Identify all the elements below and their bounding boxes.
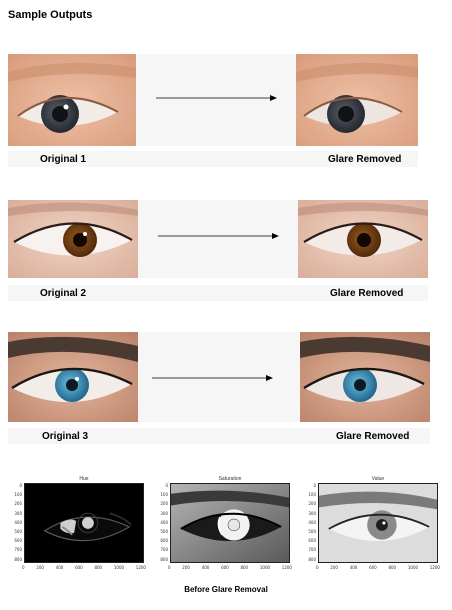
original-2-image — [8, 200, 138, 278]
x-tick: 1200 — [281, 565, 292, 570]
y-tick: 600 — [14, 538, 22, 544]
original-3-image — [8, 332, 138, 422]
y-tick: 400 — [160, 519, 168, 525]
original-1-image — [8, 54, 136, 146]
x-tick: 400 — [201, 565, 210, 570]
y-tick: 600 — [308, 538, 316, 544]
y-ticks-hue: 0 100 200 300 400 500 600 700 800 — [12, 481, 22, 564]
x-ticks-value: 0 200 400 600 800 1000 1200 — [316, 565, 440, 570]
y-tick: 300 — [308, 510, 316, 516]
y-tick: 300 — [14, 510, 22, 516]
x-tick: 0 — [22, 565, 25, 570]
y-tick: 500 — [14, 529, 22, 535]
glare-removed-3-image — [300, 332, 430, 422]
glare-removed-2-label: Glare Removed — [330, 288, 404, 299]
y-tick: 200 — [160, 501, 168, 507]
y-tick: 700 — [160, 547, 168, 553]
hue-plot — [24, 483, 144, 563]
arrow-3 — [152, 374, 274, 382]
x-ticks-hue: 0 200 400 600 800 1000 1200 — [22, 565, 146, 570]
x-tick: 1000 — [407, 565, 419, 570]
x-tick: 1000 — [113, 565, 125, 570]
y-tick: 700 — [308, 547, 316, 553]
y-tick: 300 — [160, 510, 168, 516]
x-tick: 1000 — [259, 565, 271, 570]
x-tick: 0 — [168, 565, 171, 570]
y-tick: 200 — [14, 501, 22, 507]
y-tick: 100 — [14, 492, 22, 498]
glare-removed-1-label: Glare Removed — [328, 154, 402, 165]
x-ticks-saturation: 0 200 400 600 800 1000 1200 — [168, 565, 292, 570]
x-tick: 1200 — [135, 565, 146, 570]
x-tick: 200 — [182, 565, 190, 570]
original-1-label: Original 1 — [40, 154, 87, 165]
y-tick: 600 — [160, 538, 168, 544]
x-tick: 600 — [369, 565, 377, 570]
y-ticks-value: 0 100 200 300 400 500 600 700 800 — [306, 481, 316, 564]
y-tick: 500 — [160, 529, 168, 535]
glare-removed-2-image — [298, 200, 428, 278]
x-tick: 800 — [388, 565, 397, 570]
x-tick: 400 — [349, 565, 358, 570]
figure-caption: Before Glare Removal — [184, 585, 268, 594]
original-2-label: Original 2 — [40, 288, 87, 299]
arrow-1 — [156, 94, 278, 102]
plot-title-value: Value — [371, 476, 385, 482]
y-tick: 100 — [160, 492, 168, 498]
y-tick: 100 — [308, 492, 316, 498]
plot-title-hue: Hue — [79, 476, 89, 482]
y-tick: 700 — [14, 547, 22, 553]
x-tick: 800 — [240, 565, 249, 570]
x-tick: 800 — [94, 565, 103, 570]
x-tick: 600 — [75, 565, 83, 570]
x-tick: 600 — [221, 565, 229, 570]
x-tick: 1200 — [429, 565, 440, 570]
y-tick: 800 — [160, 556, 168, 562]
glare-removed-1-image — [296, 54, 418, 146]
plot-title-saturation: Saturation — [218, 476, 242, 482]
glare-removed-3-label: Glare Removed — [336, 431, 410, 442]
arrow-2 — [158, 232, 280, 240]
page-title: Sample Outputs — [8, 9, 93, 21]
original-3-label: Original 3 — [42, 431, 89, 442]
x-tick: 400 — [55, 565, 64, 570]
y-tick: 400 — [308, 519, 316, 525]
y-tick: 500 — [308, 529, 316, 535]
y-tick: 0 — [19, 483, 22, 488]
value-plot — [318, 483, 438, 563]
saturation-plot — [170, 483, 290, 563]
y-tick: 400 — [14, 519, 22, 525]
y-ticks-saturation: 0 100 200 300 400 500 600 700 800 — [158, 481, 168, 564]
y-tick: 0 — [313, 483, 316, 488]
y-tick: 0 — [165, 483, 168, 488]
y-tick: 200 — [308, 501, 316, 507]
x-tick: 200 — [36, 565, 44, 570]
x-tick: 0 — [316, 565, 319, 570]
y-tick: 800 — [308, 556, 316, 562]
x-tick: 200 — [330, 565, 338, 570]
y-tick: 800 — [14, 556, 22, 562]
